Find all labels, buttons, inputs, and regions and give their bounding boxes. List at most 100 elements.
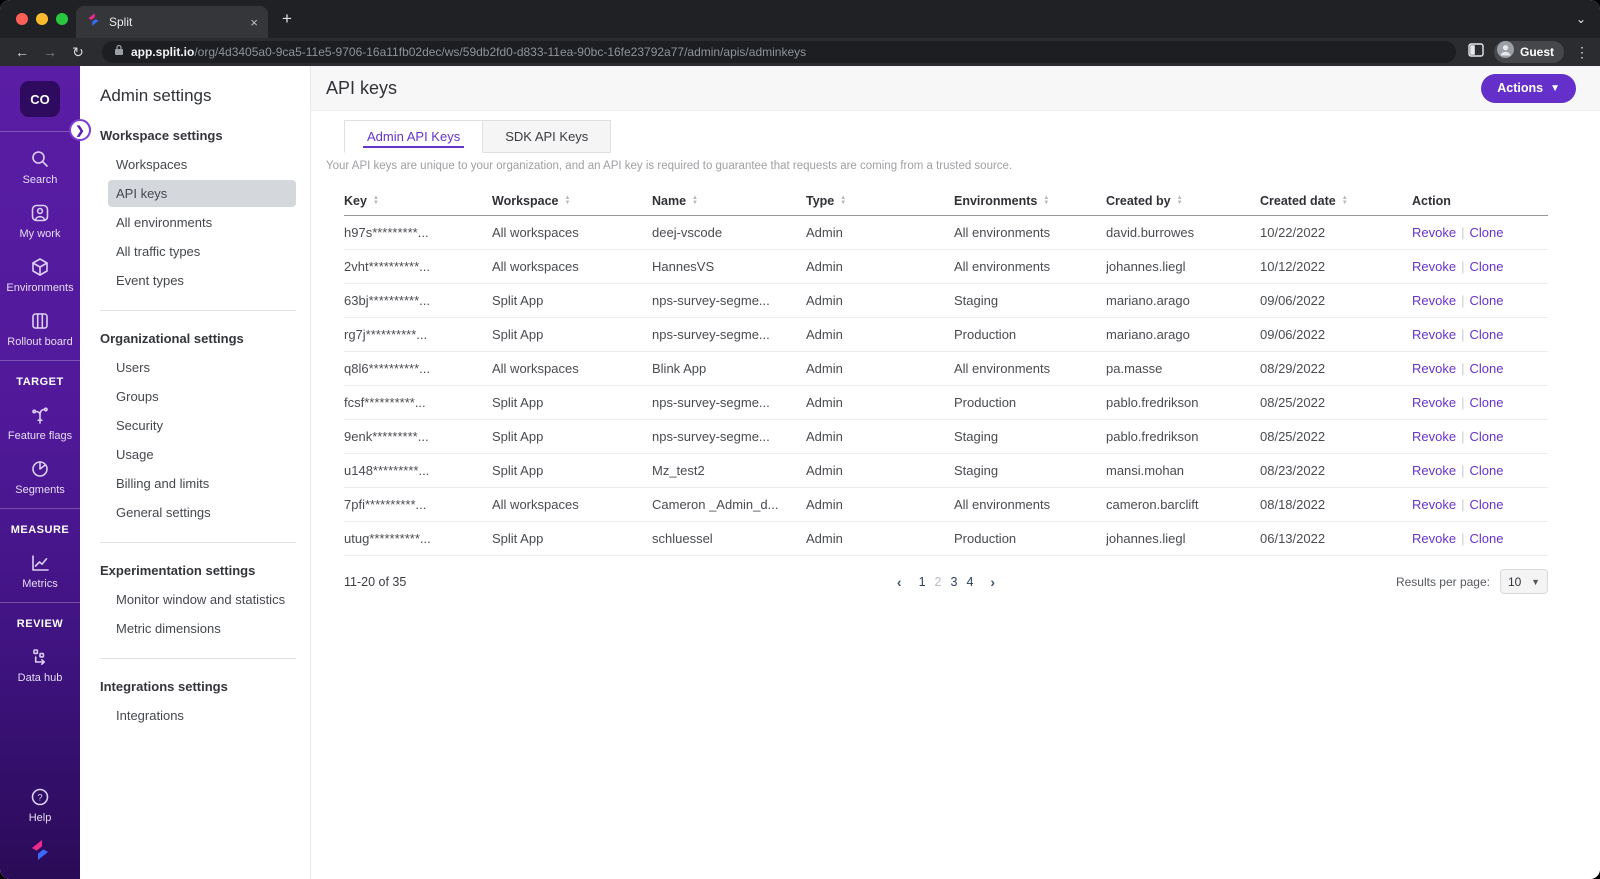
column-header-environments[interactable]: Environments ▲ ▼ bbox=[954, 194, 1106, 208]
reload-button[interactable]: ↻ bbox=[66, 44, 90, 61]
tab-sdk-api-keys[interactable]: SDK API Keys bbox=[482, 120, 612, 153]
sort-icon[interactable]: ▲ ▼ bbox=[692, 195, 698, 206]
clone-link[interactable]: Clone bbox=[1469, 259, 1503, 274]
nav-item-billing-and-limits[interactable]: Billing and limits bbox=[108, 470, 296, 497]
actions-button[interactable]: Actions ▼ bbox=[1481, 73, 1576, 103]
column-header-created-date[interactable]: Created date ▲ ▼ bbox=[1260, 194, 1412, 208]
cell-key: rg7j**********... bbox=[344, 327, 428, 342]
column-header-workspace[interactable]: Workspace ▲ ▼ bbox=[492, 194, 652, 208]
clone-link[interactable]: Clone bbox=[1469, 361, 1503, 376]
sidebar-item-label: Metrics bbox=[22, 578, 58, 590]
org-logo[interactable]: CO bbox=[20, 81, 60, 117]
sort-icon[interactable]: ▲ ▼ bbox=[1177, 195, 1183, 206]
cell-action: Revoke | Clone bbox=[1412, 395, 1548, 410]
column-header-type[interactable]: Type ▲ ▼ bbox=[806, 194, 954, 208]
profile-button[interactable]: Guest bbox=[1493, 41, 1564, 63]
clone-link[interactable]: Clone bbox=[1469, 463, 1503, 478]
clone-link[interactable]: Clone bbox=[1469, 293, 1503, 308]
nav-item-event-types[interactable]: Event types bbox=[108, 267, 296, 294]
sort-icon[interactable]: ▲ ▼ bbox=[840, 195, 846, 206]
sidebar-item-rollout-board[interactable]: Rollout board bbox=[7, 310, 73, 348]
revoke-link[interactable]: Revoke bbox=[1412, 225, 1456, 240]
browser-tab-split[interactable]: Split × bbox=[76, 6, 268, 38]
nav-item-workspaces[interactable]: Workspaces bbox=[108, 151, 296, 178]
nav-item-security[interactable]: Security bbox=[108, 412, 296, 439]
clone-link[interactable]: Clone bbox=[1469, 497, 1503, 512]
revoke-link[interactable]: Revoke bbox=[1412, 395, 1456, 410]
cell-workspace: Split App bbox=[492, 531, 544, 546]
clone-link[interactable]: Clone bbox=[1469, 429, 1503, 444]
column-header-key[interactable]: Key ▲ ▼ bbox=[344, 194, 492, 208]
nav-item-api-keys[interactable]: API keys bbox=[108, 180, 296, 207]
cell-key: 63bj**********... bbox=[344, 293, 431, 308]
table-row: fcsf**********... Split App nps-survey-seg… bbox=[344, 386, 1548, 420]
back-button[interactable]: ← bbox=[10, 44, 34, 60]
nav-item-all-environments[interactable]: All environments bbox=[108, 209, 296, 236]
page-number-3[interactable]: 3 bbox=[951, 575, 958, 589]
prev-page-icon[interactable]: ‹ bbox=[889, 574, 910, 590]
cell-created-by: david.burrowes bbox=[1106, 225, 1195, 240]
browser-window: Split × + ⌄ ← → ↻ app.split.io/org/4d340… bbox=[0, 0, 1600, 879]
nav-item-users[interactable]: Users bbox=[108, 354, 296, 381]
page-number-2[interactable]: 2 bbox=[935, 575, 942, 589]
revoke-link[interactable]: Revoke bbox=[1412, 497, 1456, 512]
sidebar-item-search[interactable]: Search bbox=[23, 148, 57, 186]
sidebar-item-environments[interactable]: Environments bbox=[6, 256, 74, 294]
clone-link[interactable]: Clone bbox=[1469, 225, 1503, 240]
nav-item-integrations[interactable]: Integrations bbox=[108, 702, 296, 729]
sidebar-item-help[interactable]: ? Help bbox=[29, 786, 51, 824]
sort-icon[interactable]: ▲ ▼ bbox=[1342, 195, 1348, 206]
revoke-link[interactable]: Revoke bbox=[1412, 361, 1456, 376]
sort-icon[interactable]: ▲ ▼ bbox=[564, 195, 570, 206]
new-tab-button[interactable]: + bbox=[282, 10, 292, 27]
clone-link[interactable]: Clone bbox=[1469, 327, 1503, 342]
cell-environments: All environments bbox=[954, 259, 1051, 274]
sidebar-item-data-hub[interactable]: Data hub bbox=[18, 646, 62, 684]
revoke-link[interactable]: Revoke bbox=[1412, 463, 1456, 478]
revoke-link[interactable]: Revoke bbox=[1412, 259, 1456, 274]
revoke-link[interactable]: Revoke bbox=[1412, 327, 1456, 342]
nav-item-all-traffic-types[interactable]: All traffic types bbox=[108, 238, 296, 265]
minimize-window-button[interactable] bbox=[36, 13, 48, 25]
close-window-button[interactable] bbox=[16, 13, 28, 25]
tab-search-chevron-icon[interactable]: ⌄ bbox=[1576, 12, 1586, 26]
sidebar-expand-button[interactable]: ❯ bbox=[69, 119, 91, 141]
table-row: utug**********... Split App schluessel Admi… bbox=[344, 522, 1548, 556]
clone-link[interactable]: Clone bbox=[1469, 531, 1503, 546]
clone-link[interactable]: Clone bbox=[1469, 395, 1503, 410]
side-panel-icon[interactable] bbox=[1468, 42, 1484, 62]
nav-group-header: Organizational settings bbox=[100, 331, 244, 346]
sidebar-item-metrics[interactable]: Metrics bbox=[22, 552, 58, 590]
sidebar-item-my-work[interactable]: My work bbox=[20, 202, 60, 240]
sort-icon[interactable]: ▲ ▼ bbox=[1043, 195, 1049, 206]
feature-flags-icon bbox=[29, 404, 51, 426]
next-page-icon[interactable]: › bbox=[982, 574, 1003, 590]
url-path: /org/4d3405a0-9ca5-11e5-9706-16a11fb02de… bbox=[194, 45, 807, 59]
page-number-1[interactable]: 1 bbox=[919, 575, 926, 589]
cell-key: 2vht**********... bbox=[344, 259, 430, 274]
sidebar-item-segments[interactable]: Segments bbox=[15, 458, 65, 496]
forward-button[interactable]: → bbox=[38, 44, 62, 60]
page-number-4[interactable]: 4 bbox=[966, 575, 973, 589]
revoke-link[interactable]: Revoke bbox=[1412, 293, 1456, 308]
nav-item-metric-dimensions[interactable]: Metric dimensions bbox=[108, 615, 296, 642]
cell-created-date: 08/29/2022 bbox=[1260, 361, 1326, 376]
revoke-link[interactable]: Revoke bbox=[1412, 429, 1456, 444]
results-per-page-select[interactable]: 10 ▼ bbox=[1500, 569, 1548, 594]
url-domain: app.split.io bbox=[131, 45, 195, 59]
address-bar[interactable]: app.split.io/org/4d3405a0-9ca5-11e5-9706… bbox=[102, 41, 1456, 63]
nav-item-monitor-window-and-statistics[interactable]: Monitor window and statistics bbox=[108, 586, 296, 613]
column-header-name[interactable]: Name ▲ ▼ bbox=[652, 194, 806, 208]
tab-close-icon[interactable]: × bbox=[250, 15, 258, 30]
column-header-created-by[interactable]: Created by ▲ ▼ bbox=[1106, 194, 1260, 208]
sort-icon[interactable]: ▲ ▼ bbox=[373, 195, 379, 206]
nav-item-usage[interactable]: Usage bbox=[108, 441, 296, 468]
revoke-link[interactable]: Revoke bbox=[1412, 531, 1456, 546]
rollout-board-icon bbox=[29, 310, 51, 332]
tab-admin-api-keys[interactable]: Admin API Keys bbox=[344, 120, 484, 153]
browser-menu-icon[interactable]: ⋮ bbox=[1574, 44, 1590, 61]
nav-item-general-settings[interactable]: General settings bbox=[108, 499, 296, 526]
sidebar-item-feature-flags[interactable]: Feature flags bbox=[8, 404, 72, 442]
zoom-window-button[interactable] bbox=[56, 13, 68, 25]
nav-item-groups[interactable]: Groups bbox=[108, 383, 296, 410]
